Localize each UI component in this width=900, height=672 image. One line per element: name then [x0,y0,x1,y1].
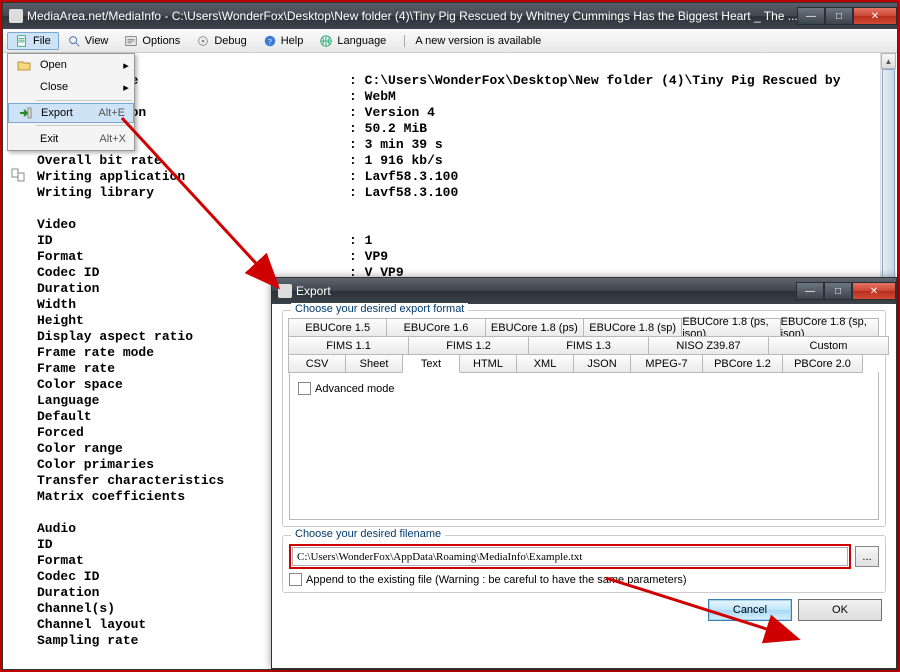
filename-group-label: Choose your desired filename [291,528,445,540]
format-tab[interactable]: PBCore 1.2 [702,354,783,373]
format-tab[interactable]: Sheet [345,354,403,373]
dialog-maximize-button[interactable]: □ [824,282,852,300]
debug-icon [196,34,210,48]
ok-button[interactable]: OK [798,599,882,621]
view-icon [67,34,81,48]
submenu-arrow-icon: ▸ [122,81,130,94]
append-label: Append to the existing file (Warning : b… [306,574,687,586]
filename-highlight [289,544,851,569]
close-button[interactable]: ✕ [853,7,897,25]
dialog-icon [278,284,292,298]
format-tab[interactable]: FIMS 1.1 [288,336,409,355]
dialog-close-button[interactable]: ✕ [852,282,896,300]
menu-help[interactable]: ? Help [255,32,312,50]
help-icon: ? [263,34,277,48]
format-tab[interactable]: FIMS 1.3 [528,336,649,355]
menu-separator [36,125,132,126]
scroll-up-button[interactable]: ▲ [881,53,896,69]
app-icon [9,9,23,23]
menu-debug[interactable]: Debug [188,32,254,50]
submenu-arrow-icon: ▸ [122,59,130,72]
menu-file[interactable]: File [7,32,59,50]
minimize-button[interactable]: — [797,7,825,25]
format-tab[interactable]: Text [402,354,460,373]
format-tabs-row1: EBUCore 1.5EBUCore 1.6EBUCore 1.8 (ps)EB… [289,319,879,337]
titlebar[interactable]: MediaArea.net/MediaInfo - C:\Users\Wonde… [3,3,897,29]
format-tab[interactable]: EBUCore 1.5 [288,318,387,337]
options-icon [124,34,138,48]
format-tabs-row2: FIMS 1.1FIMS 1.2FIMS 1.3NISO Z39.87Custo… [289,337,879,355]
version-message[interactable]: A new version is available [404,35,541,47]
file-menu-close[interactable]: Close ▸ [8,76,134,98]
titlebar-title: MediaArea.net/MediaInfo - C:\Users\Wonde… [27,9,797,23]
file-menu-exit-shortcut: Alt+X [99,133,130,145]
append-checkbox[interactable] [289,573,302,586]
cancel-button[interactable]: Cancel [708,599,792,621]
maximize-button[interactable]: □ [825,7,853,25]
format-tab[interactable]: FIMS 1.2 [408,336,529,355]
svg-text:?: ? [268,36,272,46]
format-tab[interactable]: JSON [573,354,631,373]
menu-options-label: Options [142,35,180,47]
file-menu-close-label: Close [36,81,122,93]
export-format-group: Choose your desired export format EBUCor… [282,310,886,527]
file-menu-export[interactable]: Export Alt+E [8,103,134,123]
menu-help-label: Help [281,35,304,47]
file-icon [15,34,29,48]
menu-language[interactable]: Language [311,32,394,50]
export-icon [18,106,32,120]
menu-file-label: File [33,35,51,47]
file-menu-exit-label: Exit [36,133,99,145]
dialog-titlebar[interactable]: Export — □ ✕ [272,278,896,304]
format-tab[interactable]: CSV [288,354,346,373]
format-tab[interactable]: PBCore 2.0 [782,354,863,373]
toolbar-icon-4[interactable] [9,167,29,185]
menu-language-label: Language [337,35,386,47]
filename-browse-button[interactable]: ... [855,546,879,567]
file-menu-open[interactable]: Open ▸ [8,54,134,76]
file-menu-open-label: Open [36,59,122,71]
advanced-mode-checkbox[interactable] [298,382,311,395]
filename-input[interactable] [292,547,848,566]
format-tab[interactable]: EBUCore 1.6 [386,318,485,337]
format-tab[interactable]: Custom [768,336,889,355]
format-tab[interactable]: MPEG-7 [630,354,703,373]
format-tab[interactable]: EBUCore 1.8 (sp, json) [780,318,879,337]
menubar: File View Options Debug ? Help Language … [3,29,897,53]
file-menu-dropdown: Open ▸ Close ▸ Export Alt+E Exit Alt+X [7,53,135,151]
folder-open-icon [17,58,31,72]
export-format-label: Choose your desired export format [291,303,468,315]
menu-view-label: View [85,35,109,47]
menu-separator [36,100,132,101]
format-tab[interactable]: XML [516,354,574,373]
file-menu-export-label: Export [37,107,98,119]
language-icon [319,34,333,48]
menu-options[interactable]: Options [116,32,188,50]
dialog-minimize-button[interactable]: — [796,282,824,300]
file-menu-export-shortcut: Alt+E [98,107,129,119]
format-tab[interactable]: EBUCore 1.8 (ps) [485,318,584,337]
menu-view[interactable]: View [59,32,117,50]
format-tab[interactable]: NISO Z39.87 [648,336,769,355]
format-tab[interactable]: EBUCore 1.8 (sp) [583,318,682,337]
advanced-mode-label: Advanced mode [315,383,395,395]
format-tab-content: Advanced mode [289,372,879,520]
file-menu-exit[interactable]: Exit Alt+X [8,128,134,150]
menu-debug-label: Debug [214,35,246,47]
format-tabs-row3: CSVSheetTextHTMLXMLJSONMPEG-7PBCore 1.2P… [289,355,879,373]
export-dialog: Export — □ ✕ Choose your desired export … [271,277,897,669]
format-tab[interactable]: EBUCore 1.8 (ps, json) [681,318,780,337]
format-tab[interactable]: HTML [459,354,517,373]
dialog-title: Export [296,284,796,298]
filename-group: Choose your desired filename ... Append … [282,535,886,593]
